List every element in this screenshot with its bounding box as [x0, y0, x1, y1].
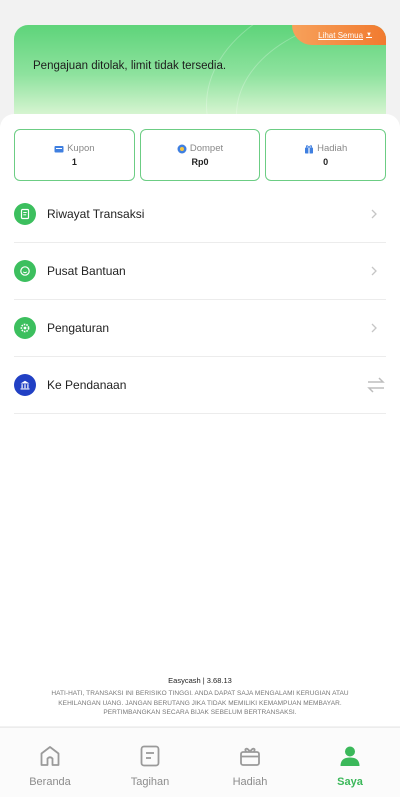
- tab-bills[interactable]: Tagihan: [100, 728, 200, 797]
- settings-icon: [14, 317, 36, 339]
- bank-icon: [14, 374, 36, 396]
- profile-icon: [340, 746, 360, 766]
- menu-item-label: Riwayat Transaksi: [47, 207, 145, 221]
- account-panel: Kupon 1 Dompet Rp0 Hadiah 0 Riwayat Tran…: [0, 114, 400, 726]
- tab-label: Hadiah: [232, 776, 268, 788]
- chevron-right-icon: [371, 266, 377, 276]
- bottom-nav: Beranda Tagihan Hadiah Saya: [0, 727, 400, 797]
- gift-icon: [305, 144, 314, 153]
- chevron-right-icon: [371, 323, 377, 333]
- menu-item-label: Pusat Bantuan: [47, 264, 126, 278]
- coupon-icon: [54, 145, 64, 152]
- reward-card[interactable]: Hadiah 0: [265, 129, 387, 181]
- risk-disclaimer: HATI-HATI, TRANSAKSI INI BERISIKO TINGGI…: [28, 689, 372, 718]
- tab-home[interactable]: Beranda: [0, 728, 100, 797]
- application-status-message: Pengajuan ditolak, limit tidak tersedia.: [33, 60, 227, 72]
- coupon-value: 1: [71, 157, 77, 167]
- menu-item-settings[interactable]: Pengaturan: [14, 300, 386, 357]
- menu-item-label: Pengaturan: [47, 321, 110, 335]
- view-all-label: Lihat Semua: [318, 30, 364, 40]
- receipt-icon: [14, 203, 36, 225]
- wallet-value: Rp0: [191, 157, 209, 167]
- reward-value: 0: [323, 157, 329, 167]
- chevron-right-icon: [371, 209, 377, 219]
- disclaimer-line: KEHILANGAN UANG. JANGAN BERUTANG JIKA TI…: [58, 699, 342, 707]
- tab-rewards[interactable]: Hadiah: [200, 728, 300, 797]
- swap-arrows-icon: [367, 377, 385, 393]
- account-menu: Riwayat Transaksi Pusat Bantuan Pengatur…: [14, 186, 386, 414]
- home-icon: [40, 746, 60, 766]
- tab-label: Saya: [337, 776, 363, 788]
- menu-item-transaction-history[interactable]: Riwayat Transaksi: [14, 186, 386, 243]
- wallet-icon: [177, 144, 187, 153]
- app-version: Easycash | 3.68.13: [168, 676, 232, 685]
- disclaimer-line: PERTIMBANGKAN SECARA BIJAK SEBELUM BERTR…: [103, 709, 297, 716]
- menu-item-help-center[interactable]: Pusat Bantuan: [14, 243, 386, 300]
- view-all-link[interactable]: Lihat Semua ▼: [292, 25, 386, 45]
- menu-item-funding[interactable]: Ke Pendanaan: [14, 357, 386, 414]
- reward-label: Hadiah: [317, 143, 348, 154]
- help-center-icon: [14, 260, 36, 282]
- disclaimer-line: HATI-HATI, TRANSAKSI INI BERISIKO TINGGI…: [51, 690, 349, 697]
- gift-icon: [240, 747, 260, 766]
- coupon-label: Kupon: [67, 143, 95, 154]
- wallet-card[interactable]: Dompet Rp0: [139, 129, 261, 181]
- stats-row: Kupon 1 Dompet Rp0 Hadiah 0: [14, 129, 387, 181]
- tab-label: Tagihan: [130, 776, 170, 788]
- tab-label: Beranda: [29, 776, 71, 788]
- menu-item-label: Ke Pendanaan: [47, 378, 127, 392]
- wallet-label: Dompet: [189, 143, 224, 154]
- tab-profile[interactable]: Saya: [300, 728, 400, 797]
- bill-icon: [140, 745, 160, 767]
- caret-down-icon: ▼: [366, 32, 372, 38]
- coupon-card[interactable]: Kupon 1: [14, 129, 135, 181]
